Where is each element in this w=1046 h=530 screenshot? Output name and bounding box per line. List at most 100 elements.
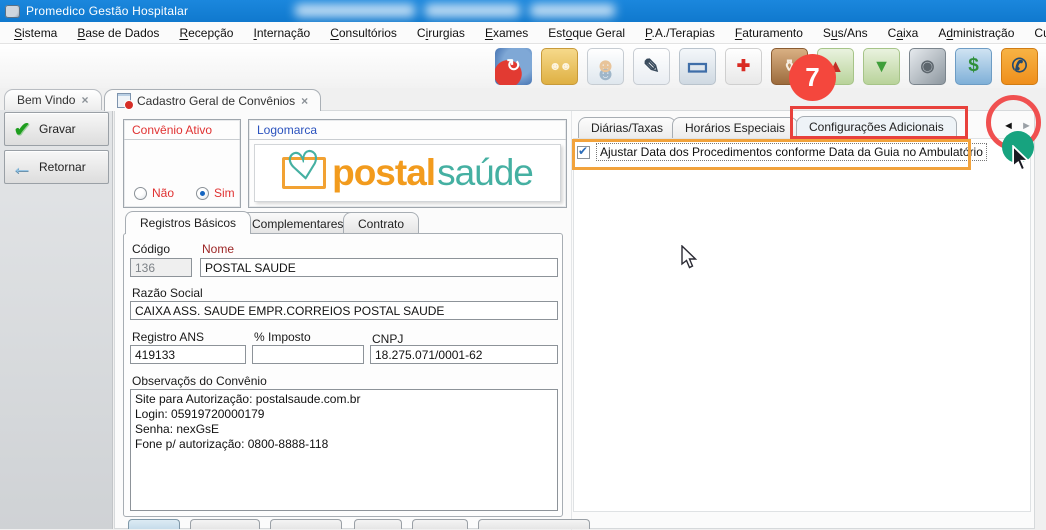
logomarca-title: Logomarca (249, 120, 566, 140)
tab-label: Bem Vindo (17, 93, 75, 107)
imposto-label: % Imposto (254, 330, 311, 344)
cnpj-input[interactable] (370, 345, 558, 364)
radio-circle-icon (196, 187, 209, 200)
menu-caixa[interactable]: Caixa (878, 24, 929, 42)
cnpj-label: CNPJ (372, 332, 403, 346)
tab-label: Horários Especiais (685, 121, 785, 135)
checkbox-icon[interactable] (577, 146, 590, 159)
logomarca-groupbox: Logomarca postal saúde (248, 119, 567, 208)
menu-estoque-geral[interactable]: Estoque Geral (538, 24, 635, 42)
tab-label: Complementares (252, 217, 343, 231)
observacoes-label: Observaçõs do Convênio (132, 374, 267, 388)
menu-exames[interactable]: Exames (475, 24, 538, 42)
panel-divider (571, 111, 572, 530)
safe-icon[interactable] (909, 48, 946, 85)
registros-basicos-panel: Código Nome Razão Social Registro ANS % … (123, 233, 563, 517)
imposto-input[interactable] (252, 345, 364, 364)
tab-label: Registros Básicos (140, 216, 236, 230)
check-icon: ✔ (5, 117, 39, 142)
ambulance-icon[interactable] (725, 48, 762, 85)
ajustar-data-label: Ajustar Data dos Procedimentos conforme … (596, 143, 987, 161)
logo-image[interactable]: postal saúde (254, 144, 561, 202)
menu-sus-ans[interactable]: Sus/Ans (813, 24, 878, 42)
title-bar: Promedico Gestão Hospitalar (0, 0, 1046, 22)
redacted-version-text (530, 4, 615, 17)
observacoes-textarea[interactable]: Site para Autorização: postalsaude.com.b… (130, 389, 558, 511)
convenio-ativo-title: Convênio Ativo (124, 120, 240, 140)
gravar-button[interactable]: ✔ Gravar (4, 112, 109, 146)
menu-pa-terapias[interactable]: P.A./Terapias (635, 24, 725, 42)
close-icon[interactable]: × (301, 94, 308, 108)
registro-ans-label: Registro ANS (132, 330, 204, 344)
redacted-version-text (295, 4, 415, 17)
patients-folder-icon[interactable] (541, 48, 578, 85)
ajustar-data-checkbox-row[interactable]: Ajustar Data dos Procedimentos conforme … (577, 143, 987, 161)
content-panel: Convênio Ativo Não Sim Logomarca postal … (114, 110, 1035, 529)
hospital-bed-icon[interactable] (679, 48, 716, 85)
tab-cadastro-geral-convenios[interactable]: Cadastro Geral de Convênios × (104, 89, 321, 111)
menu-bar: Sistema Base de Dados Recepção Internaçã… (0, 22, 1046, 44)
radio-sim[interactable]: Sim (196, 186, 235, 200)
document-tab-strip: Bem Vindo × Cadastro Geral de Convênios … (0, 88, 1046, 110)
menu-internacao[interactable]: Internação (243, 24, 320, 42)
mouse-cursor (681, 245, 698, 269)
close-icon[interactable]: × (81, 93, 88, 107)
document-badge-icon (117, 93, 131, 108)
codigo-label: Código (132, 242, 170, 256)
bottom-bar-button[interactable] (128, 519, 180, 529)
menu-administracao[interactable]: Administração (928, 24, 1024, 42)
expenses-down-icon[interactable] (863, 48, 900, 85)
application-window: Promedico Gestão Hospitalar Sistema Base… (0, 0, 1046, 529)
tab-label: Configurações Adicionais (809, 120, 944, 134)
bottom-bar-button[interactable] (412, 519, 468, 529)
menu-sistema[interactable]: Sistema (4, 24, 67, 42)
tab-horarios-especiais[interactable]: Horários Especiais (672, 117, 798, 138)
tab-label: Cadastro Geral de Convênios (137, 94, 295, 108)
contract-document-icon[interactable] (633, 48, 670, 85)
tab-scroll-left-icon[interactable]: ◄ (1003, 120, 1014, 132)
bottom-bar-button[interactable] (478, 519, 590, 529)
menu-custo[interactable]: Custo (1024, 24, 1046, 42)
tab-contrato[interactable]: Contrato (343, 212, 419, 234)
tab-label: Diárias/Taxas (591, 121, 663, 135)
menu-cirurgias[interactable]: Cirurgias (407, 24, 475, 42)
financial-charts-icon[interactable] (955, 48, 992, 85)
annotation-cursor (1012, 145, 1031, 172)
convenio-ativo-options: Não Sim (124, 140, 240, 200)
phone-directory-icon[interactable] (1001, 48, 1038, 85)
menu-consultorios[interactable]: Consultórios (320, 24, 407, 42)
registro-ans-input[interactable] (130, 345, 246, 364)
tab-label: Contrato (358, 217, 404, 231)
razao-social-label: Razão Social (132, 286, 203, 300)
codigo-input[interactable] (130, 258, 192, 277)
menu-base-de-dados[interactable]: Base de Dados (67, 24, 169, 42)
radio-nao[interactable]: Não (134, 186, 174, 200)
tab-diarias-taxas[interactable]: Diárias/Taxas (578, 117, 676, 138)
bottom-bar-button[interactable] (270, 519, 342, 529)
configuracoes-adicionais-panel (573, 138, 1031, 512)
nome-input[interactable] (200, 258, 558, 277)
radio-nao-label: Não (152, 186, 174, 200)
app-logo-icon (5, 5, 20, 18)
retornar-button[interactable]: ← Retornar (4, 150, 109, 184)
bottom-bar-button[interactable] (354, 519, 402, 529)
menu-faturamento[interactable]: Faturamento (725, 24, 813, 42)
retornar-label: Retornar (39, 160, 86, 174)
tab-configuracoes-adicionais[interactable]: Configurações Adicionais (796, 116, 957, 137)
menu-recepcao[interactable]: Recepção (169, 24, 243, 42)
back-arrow-icon: ← (5, 154, 39, 180)
action-sidebar: ✔ Gravar ← Retornar (0, 110, 113, 529)
window-title: Promedico Gestão Hospitalar (26, 4, 188, 18)
logo-word-postal: postal (332, 152, 435, 194)
user-sync-icon[interactable] (495, 48, 532, 85)
tab-complementares[interactable]: Complementares (237, 212, 358, 234)
bottom-bar-button[interactable] (190, 519, 260, 529)
razao-social-input[interactable] (130, 301, 558, 320)
convenio-ativo-groupbox: Convênio Ativo Não Sim (123, 119, 241, 208)
tab-registros-basicos[interactable]: Registros Básicos (125, 211, 251, 234)
tab-scroll-right-icon[interactable]: ► (1021, 120, 1032, 132)
doctor-icon[interactable] (587, 48, 624, 85)
radio-circle-icon (134, 187, 147, 200)
nome-label: Nome (202, 242, 234, 256)
tab-bem-vindo[interactable]: Bem Vindo × (4, 89, 102, 110)
